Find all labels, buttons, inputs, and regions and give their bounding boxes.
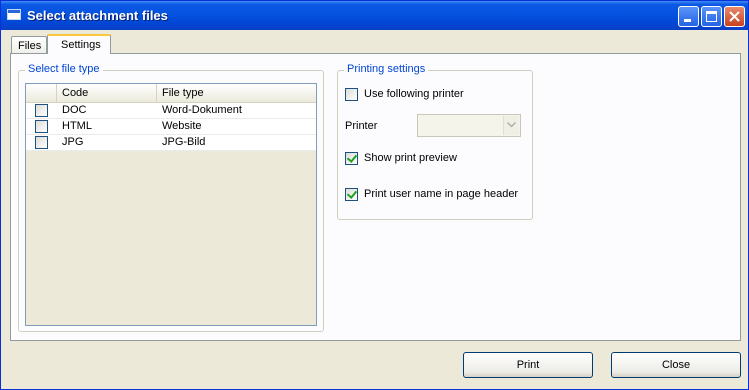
window-title: Select attachment files [27, 8, 168, 23]
column-header-code[interactable]: Code [57, 84, 157, 102]
printer-dropdown-button[interactable] [503, 116, 519, 135]
dialog-window: Select attachment files Files Settings S… [0, 0, 749, 390]
title-bar[interactable]: Select attachment files [1, 1, 748, 30]
list-header: Code File type [26, 84, 316, 103]
tab-settings[interactable]: Settings [47, 34, 111, 54]
cell-code: JPG [62, 136, 84, 148]
close-icon [729, 11, 740, 22]
printer-select[interactable] [417, 114, 521, 137]
print-button[interactable]: Print [463, 352, 593, 378]
print-username-label[interactable]: Print user name in page header [364, 188, 518, 200]
row-checkbox[interactable] [35, 136, 48, 149]
minimize-button[interactable] [678, 6, 699, 27]
maximize-button[interactable] [701, 6, 722, 27]
tab-settings-label: Settings [61, 39, 101, 51]
show-preview-label[interactable]: Show print preview [364, 152, 457, 164]
cell-code: DOC [62, 104, 87, 116]
printer-label: Printer [345, 120, 378, 132]
show-preview-checkbox[interactable] [345, 152, 358, 165]
close-button[interactable]: Close [611, 352, 741, 378]
tab-files-label: Files [18, 40, 42, 52]
column-header-check[interactable] [26, 84, 57, 102]
column-header-file-type[interactable]: File type [157, 84, 316, 102]
close-button-label: Close [661, 359, 691, 371]
list-row-html[interactable]: HTML Website [26, 119, 316, 135]
printing-settings-legend: Printing settings [344, 63, 429, 75]
app-window-icon [7, 9, 21, 20]
cell-file-type: Word-Dokument [162, 104, 242, 116]
use-printer-label[interactable]: Use following printer [364, 88, 464, 100]
list-row-doc[interactable]: DOC Word-Dokument [26, 103, 316, 119]
list-row-jpg[interactable]: JPG JPG-Bild [26, 135, 316, 151]
minimize-icon [684, 19, 691, 22]
use-printer-checkbox[interactable] [345, 88, 358, 101]
print-button-label: Print [516, 359, 540, 371]
cell-file-type: Website [162, 120, 202, 132]
chevron-down-icon [507, 122, 516, 128]
cell-file-type: JPG-Bild [162, 136, 206, 148]
cell-code: HTML [62, 120, 92, 132]
row-checkbox[interactable] [35, 120, 48, 133]
row-checkbox[interactable] [35, 104, 48, 117]
maximize-icon [706, 11, 717, 22]
close-window-button[interactable] [724, 6, 745, 27]
print-username-checkbox[interactable] [345, 188, 358, 201]
file-type-list[interactable]: Code File type DOC Word-Dokument HTML We… [25, 83, 317, 326]
file-type-legend: Select file type [25, 63, 103, 75]
